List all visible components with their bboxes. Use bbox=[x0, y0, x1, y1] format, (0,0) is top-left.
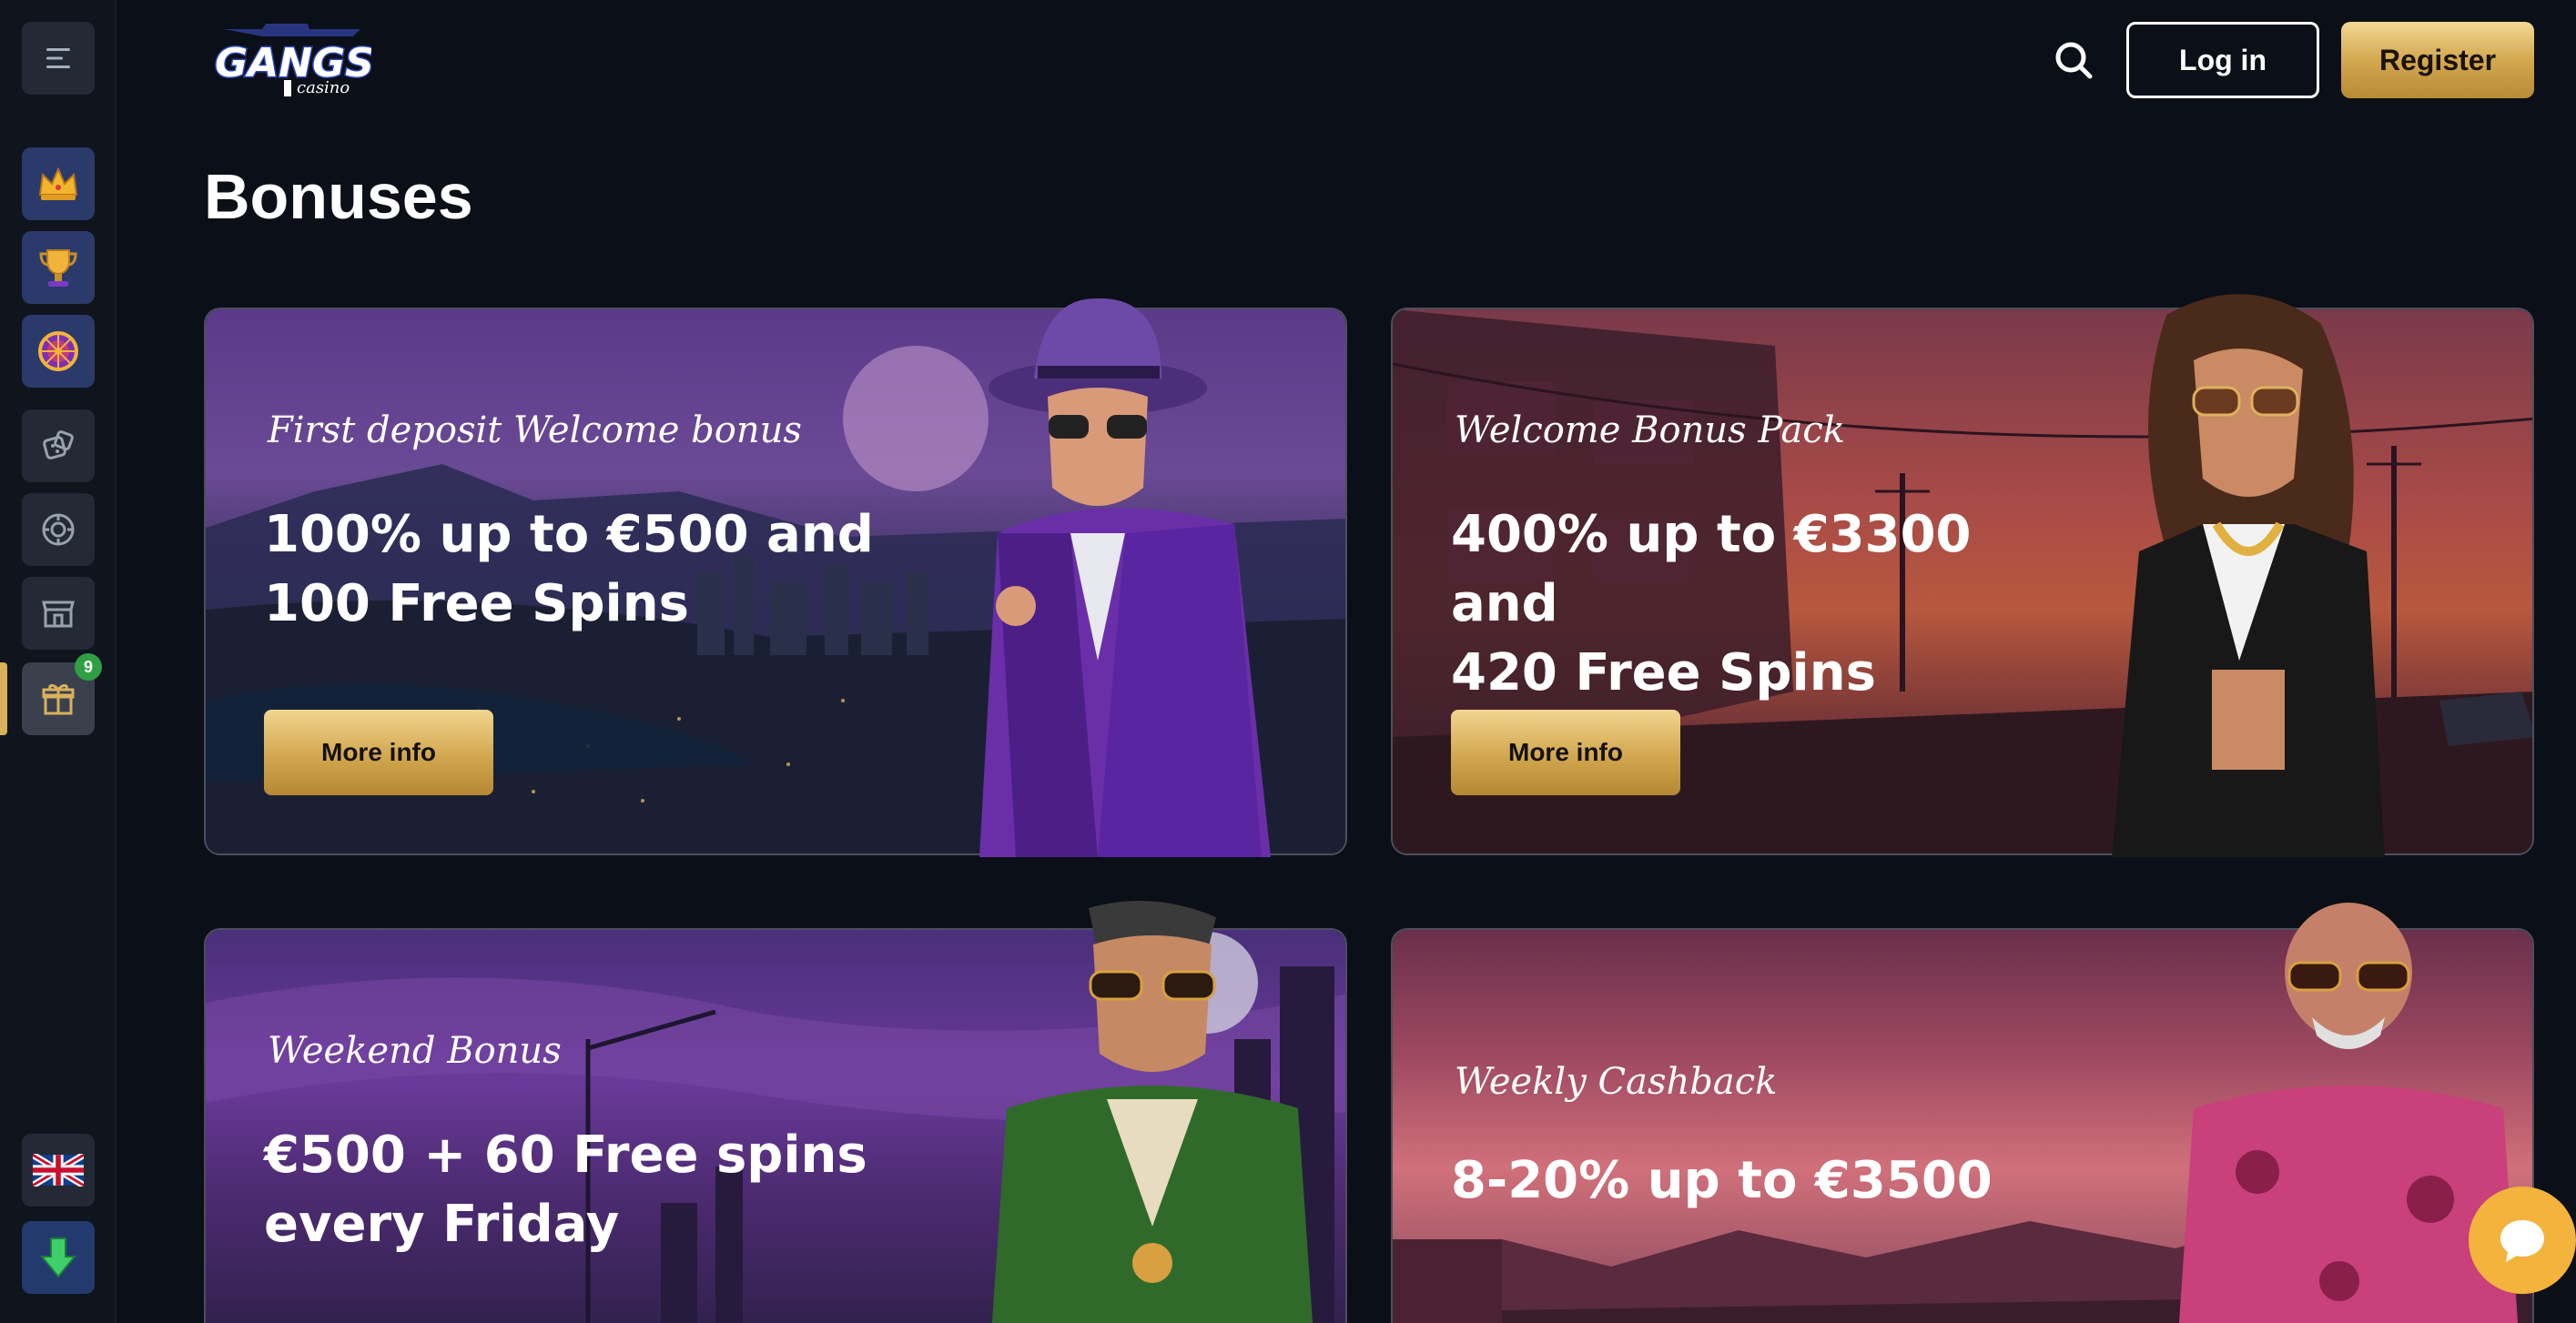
card-title-line-2: 420 Free Spins bbox=[1451, 643, 1876, 702]
active-indicator bbox=[0, 662, 7, 735]
gangster-hat-illustration bbox=[979, 298, 1271, 857]
language-selector[interactable] bbox=[22, 1134, 95, 1207]
sidebar-item-live[interactable] bbox=[22, 493, 95, 566]
bonus-card-welcome-pack[interactable]: Welcome Bonus Pack 400% up to €3300 and … bbox=[1391, 294, 2534, 857]
card-title-line-1: 8-20% up to €3500 bbox=[1451, 1151, 1993, 1210]
sidebar-item-wheel[interactable] bbox=[22, 315, 95, 388]
card-title: 400% up to €3300 and 420 Free Spins bbox=[1451, 500, 2088, 708]
register-button[interactable]: Register bbox=[2341, 22, 2534, 98]
sidebar-item-bonuses[interactable]: 9 bbox=[22, 653, 102, 735]
download-arrow-icon bbox=[39, 1237, 77, 1278]
login-button[interactable]: Log in bbox=[2126, 22, 2319, 98]
uk-flag-icon bbox=[33, 1154, 84, 1187]
woman-illustration bbox=[2112, 294, 2385, 857]
menu-button[interactable] bbox=[22, 22, 95, 95]
hamburger-icon bbox=[46, 48, 70, 68]
card-subtitle: Welcome Bonus Pack bbox=[1455, 409, 1845, 451]
sidebar-item-tournaments[interactable] bbox=[22, 231, 95, 304]
bonus-card-weekend[interactable]: Weekend Bonus €500 + 60 Free spins every… bbox=[204, 901, 1347, 1323]
card-title-line-1: 400% up to €3300 and bbox=[1451, 505, 1972, 633]
gangster-green-suit-illustration bbox=[991, 901, 1313, 1323]
sidebar-item-vip[interactable] bbox=[22, 147, 95, 220]
store-icon bbox=[42, 601, 75, 628]
sidebar-item-casino[interactable] bbox=[22, 409, 95, 482]
card-subtitle: Weekly Cashback bbox=[1455, 1061, 1778, 1103]
more-info-button[interactable]: More info bbox=[1451, 710, 1680, 795]
card-title-line-2: every Friday bbox=[264, 1195, 620, 1254]
card-title-line-1: 100% up to €500 and bbox=[264, 505, 874, 564]
card-title-line-2: 100 Free Spins bbox=[264, 574, 689, 633]
search-button[interactable] bbox=[2048, 35, 2099, 86]
page-title: Bonuses bbox=[204, 161, 473, 232]
download-app-button[interactable] bbox=[22, 1221, 95, 1294]
card-subtitle: First deposit Welcome bonus bbox=[268, 409, 802, 451]
trophy-icon bbox=[39, 249, 77, 287]
wheel-icon bbox=[38, 331, 78, 371]
search-icon bbox=[2055, 42, 2093, 79]
card-title: 8-20% up to €3500 bbox=[1451, 1146, 2088, 1216]
chat-bubble-icon bbox=[2500, 1220, 2544, 1262]
crown-icon bbox=[38, 167, 78, 200]
svg-text:casino: casino bbox=[297, 78, 350, 97]
gangsta-casino-logo[interactable]: GANGSTA casino bbox=[208, 20, 431, 98]
bonus-count-badge: 9 bbox=[75, 653, 102, 681]
sidebar: 9 bbox=[0, 0, 117, 1323]
card-title: 100% up to €500 and 100 Free Spins bbox=[264, 500, 901, 639]
card-subtitle: Weekend Bonus bbox=[268, 1030, 562, 1072]
bonus-card-weekly-cashback[interactable]: Weekly Cashback 8-20% up to €3500 bbox=[1391, 903, 2534, 1323]
card-title: €500 + 60 Free spins every Friday bbox=[264, 1121, 901, 1259]
more-info-button[interactable]: More info bbox=[264, 710, 493, 795]
card-title-line-1: €500 + 60 Free spins bbox=[264, 1126, 867, 1185]
chip-icon bbox=[42, 513, 75, 546]
bonus-card-first-deposit[interactable]: First deposit Welcome bonus 100% up to €… bbox=[204, 298, 1347, 857]
sidebar-item-shop[interactable] bbox=[22, 577, 95, 650]
live-chat-button[interactable] bbox=[2469, 1187, 2576, 1294]
gift-icon bbox=[42, 683, 75, 715]
dice-icon bbox=[43, 430, 74, 460]
